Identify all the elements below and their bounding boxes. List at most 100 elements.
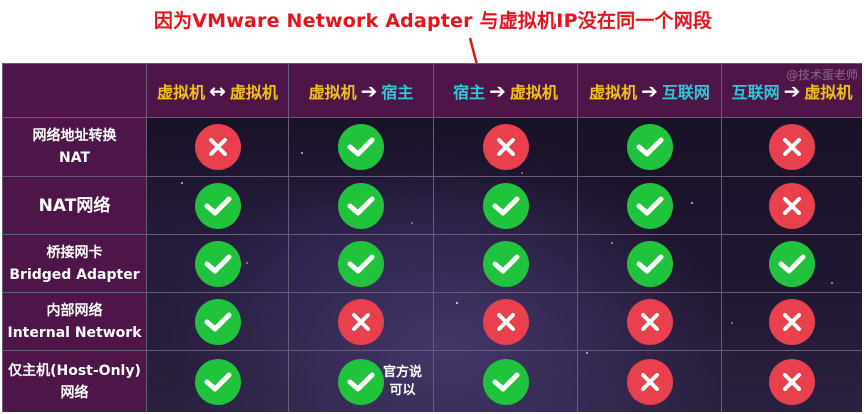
column-to-label: 虚拟机 [804, 82, 853, 102]
check-icon [482, 240, 529, 287]
column-to-label: 宿主 [381, 82, 414, 102]
column-from-label: 虚拟机 [308, 82, 357, 102]
column-header-3: 虚拟机 ➔ 互联网 [577, 63, 722, 118]
table-cell [721, 234, 862, 293]
check-icon [482, 358, 529, 405]
table-cell [146, 292, 289, 351]
check-icon [338, 240, 384, 287]
check-icon [338, 182, 384, 229]
check-icon [626, 182, 673, 229]
table-cell [146, 117, 289, 177]
corner-cell [2, 63, 147, 118]
row-header-line-2: 网络 [60, 384, 89, 401]
row-header: 桥接网卡 Bridged Adapter [2, 234, 147, 293]
right-arrow-icon: ➔ [360, 78, 378, 103]
table-cell [146, 234, 289, 293]
right-arrow-icon: ➔ [641, 78, 658, 103]
column-header-label: 虚拟机 ↔ 虚拟机 [157, 79, 278, 103]
table-row: 网络地址转换 NAT [2, 117, 862, 177]
note-line-2: 可以 [389, 383, 416, 398]
column-from-label: 虚拟机 [589, 82, 638, 102]
table-cell [577, 176, 722, 235]
column-header-2: 宿主 ➔ 虚拟机 [433, 63, 578, 118]
check-icon [338, 358, 384, 405]
row-header-line-2: Internal Network [7, 324, 142, 341]
cross-icon [626, 358, 673, 405]
table-row: 仅主机(Host-Only) 网络 [2, 350, 862, 412]
table-cell [577, 234, 722, 293]
table-cell [577, 350, 722, 412]
cross-icon [482, 124, 529, 170]
note-line-1: 官方说 [383, 365, 423, 380]
column-header-label: 互联网 ➔ 虚拟机 [731, 79, 853, 103]
cross-icon [769, 298, 815, 345]
column-to-label: 虚拟机 [509, 82, 558, 102]
table-cell [721, 292, 862, 351]
row-header: NAT网络 [2, 176, 147, 235]
table-cell [721, 176, 862, 235]
column-from-label: 宿主 [453, 82, 486, 102]
table-cell [433, 350, 578, 412]
row-header-line-2: Bridged Adapter [9, 266, 140, 283]
table-cell [433, 234, 578, 293]
check-icon [626, 124, 673, 170]
watermark: @技术蛋老师 [785, 68, 858, 82]
check-icon [626, 240, 673, 287]
cross-icon [769, 182, 815, 229]
column-to-label: 互联网 [661, 82, 710, 102]
cross-icon [626, 298, 673, 345]
official-note: 官方说 可以 [383, 364, 422, 400]
column-to-label: 虚拟机 [229, 82, 278, 102]
bidirectional-arrow-icon: ↔ [209, 78, 226, 103]
column-from-label: 互联网 [731, 82, 780, 102]
table-row: 桥接网卡 Bridged Adapter [2, 234, 862, 293]
row-header: 内部网络 Internal Network [2, 292, 147, 351]
check-icon [194, 358, 241, 405]
table-cell [577, 292, 722, 351]
cross-icon [769, 124, 815, 170]
comparison-table: 虚拟机 ↔ 虚拟机 虚拟机 ➔ 宿主 宿主 ➔ 虚拟机 虚拟机 ➔ 互联网 互联网 ➔ 虚拟机 @技… [2, 63, 862, 412]
column-from-label: 虚拟机 [157, 82, 206, 102]
table-cell [433, 292, 578, 351]
column-header-label: 虚拟机 ➔ 互联网 [589, 79, 710, 103]
table-cell [146, 176, 289, 235]
table-row: NAT网络 [2, 176, 862, 235]
table-cell [433, 117, 578, 177]
annotation-text: 因为VMware Network Adapter 与虚拟机IP没在同一个网段 [153, 10, 713, 32]
cross-icon [769, 358, 815, 405]
table-cell [721, 350, 862, 412]
table-cell [721, 117, 862, 177]
table-cell [146, 350, 289, 412]
row-header-line-1: 内部网络 [46, 302, 103, 319]
column-header-label: 宿主 ➔ 虚拟机 [453, 79, 558, 103]
table-cell [288, 292, 434, 351]
table-cell [288, 176, 434, 235]
column-header-0: 虚拟机 ↔ 虚拟机 [146, 63, 289, 118]
row-header: 网络地址转换 NAT [2, 117, 147, 177]
check-icon [194, 240, 241, 287]
check-icon [769, 240, 815, 287]
table-row: 内部网络 Internal Network [2, 292, 862, 351]
row-header: 仅主机(Host-Only) 网络 [2, 350, 147, 412]
check-icon [482, 182, 529, 229]
check-icon [338, 124, 384, 170]
table-cell [288, 117, 434, 177]
network-mode-matrix: 虚拟机 ↔ 虚拟机 虚拟机 ➔ 宿主 宿主 ➔ 虚拟机 虚拟机 ➔ 互联网 互联网 ➔ 虚拟机 @技… [2, 63, 862, 412]
row-header-line-1: 仅主机(Host-Only) [8, 362, 141, 379]
row-header-line-1: 桥接网卡 [46, 244, 103, 261]
check-icon [194, 182, 241, 229]
right-arrow-icon: ➔ [489, 78, 506, 103]
header-row: 虚拟机 ↔ 虚拟机 虚拟机 ➔ 宿主 宿主 ➔ 虚拟机 虚拟机 ➔ 互联网 互联网 ➔ 虚拟机 @技… [2, 63, 862, 118]
row-header-line-1: NAT网络 [38, 195, 111, 216]
table-cell [433, 176, 578, 235]
row-header-line-2: NAT [58, 150, 90, 166]
row-header-line-1: 网络地址转换 [32, 128, 117, 144]
column-header-1: 虚拟机 ➔ 宿主 [288, 63, 434, 118]
table-cell [288, 234, 434, 293]
column-header-label: 虚拟机 ➔ 宿主 [308, 79, 414, 103]
cross-icon [482, 298, 529, 345]
cross-icon [194, 124, 241, 170]
check-icon [194, 298, 241, 345]
cross-icon [338, 298, 384, 345]
column-header-4: 互联网 ➔ 虚拟机 @技术蛋老师 [721, 63, 862, 118]
